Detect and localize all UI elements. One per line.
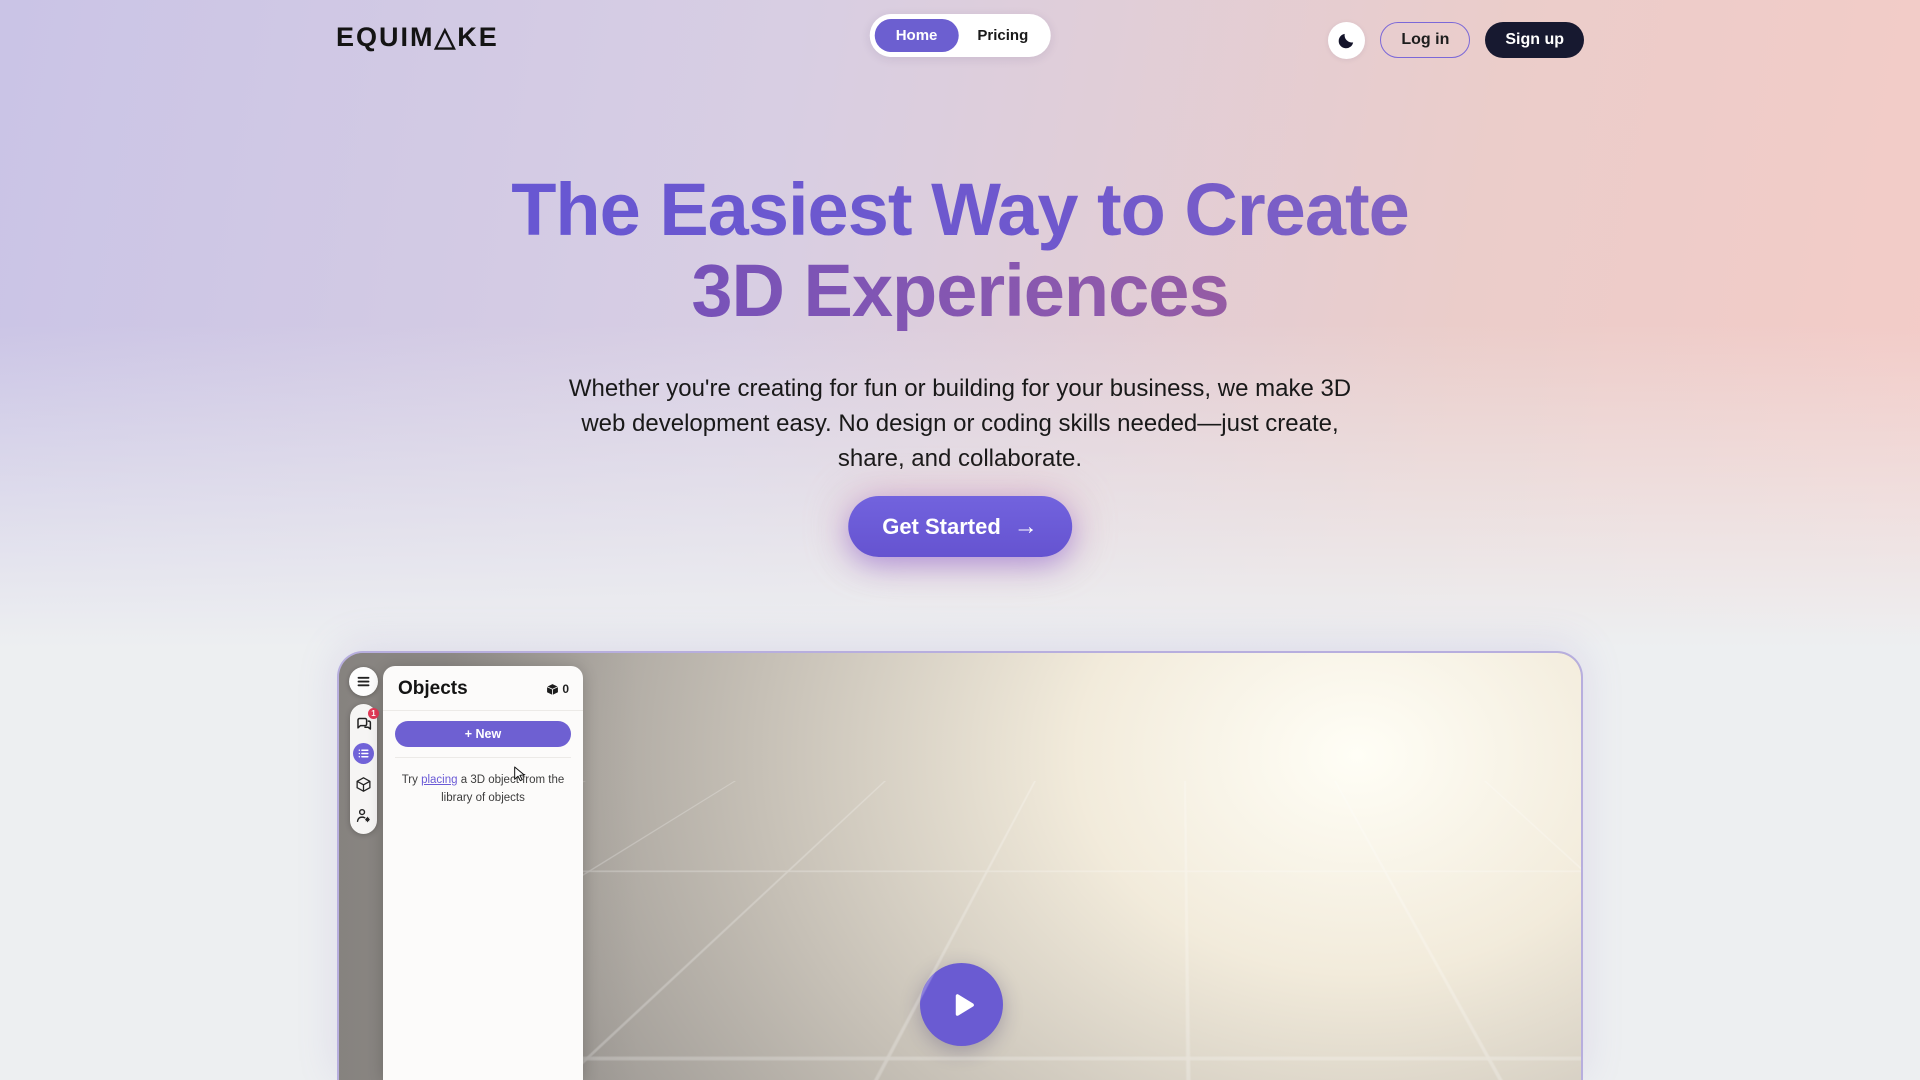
hero-title-line1: The Easiest Way to Create <box>0 170 1920 251</box>
header-controls: Log in Sign up <box>1328 21 1584 59</box>
objects-panel-header: Objects 0 <box>383 666 583 711</box>
user-gear-icon <box>355 807 372 824</box>
hero-title-line2: 3D Experiences <box>0 251 1920 332</box>
empty-state-tip: Try placing a 3D object from the library… <box>401 772 565 808</box>
get-started-label: Get Started <box>882 514 1001 540</box>
object-counter: 0 <box>546 682 569 696</box>
editor-preview: 1 <box>337 651 1583 1080</box>
tip-text-suffix: a 3D object from the library of objects <box>441 774 564 804</box>
main-nav: Home Pricing <box>870 14 1051 57</box>
theme-toggle-button[interactable] <box>1328 22 1365 59</box>
objects-panel-title: Objects <box>398 678 468 700</box>
panel-divider <box>395 757 571 758</box>
moon-icon <box>1337 31 1356 50</box>
arrow-right-icon: → <box>1014 515 1038 539</box>
menu-button[interactable] <box>349 667 378 696</box>
play-button[interactable] <box>920 963 1003 1046</box>
hero-title: The Easiest Way to Create 3D Experiences <box>0 170 1920 331</box>
object-count-value: 0 <box>562 682 569 696</box>
nav-item-pricing[interactable]: Pricing <box>960 19 1045 52</box>
list-icon <box>357 747 370 760</box>
nav-item-home[interactable]: Home <box>875 19 959 52</box>
signup-button[interactable]: Sign up <box>1485 22 1584 58</box>
tool-rail: 1 <box>350 704 377 834</box>
floor-grid <box>583 653 1581 1080</box>
play-icon <box>945 988 979 1022</box>
landing-page: EQUIM△KE Home Pricing Log in Sign up The… <box>0 0 1920 1080</box>
tip-text-prefix: Try <box>402 774 421 786</box>
cube-icon <box>355 776 372 793</box>
hero-subtitle: Whether you're creating for fun or build… <box>555 372 1365 476</box>
get-started-button[interactable]: Get Started → <box>848 496 1072 557</box>
chat-button[interactable]: 1 <box>353 712 374 733</box>
login-button[interactable]: Log in <box>1380 22 1470 58</box>
objects-panel: Objects 0 + New Try placing a 3D object … <box>383 666 583 1080</box>
menu-icon <box>356 674 371 689</box>
avatar-settings-button[interactable] <box>353 805 374 826</box>
brand-logo[interactable]: EQUIM△KE <box>336 22 499 53</box>
objects-list-button[interactable] <box>353 743 374 764</box>
placing-link[interactable]: placing <box>421 774 457 786</box>
chat-notification-badge: 1 <box>368 708 379 719</box>
cube-count-icon <box>546 683 559 696</box>
library-button[interactable] <box>353 774 374 795</box>
new-object-button[interactable]: + New <box>395 721 571 747</box>
